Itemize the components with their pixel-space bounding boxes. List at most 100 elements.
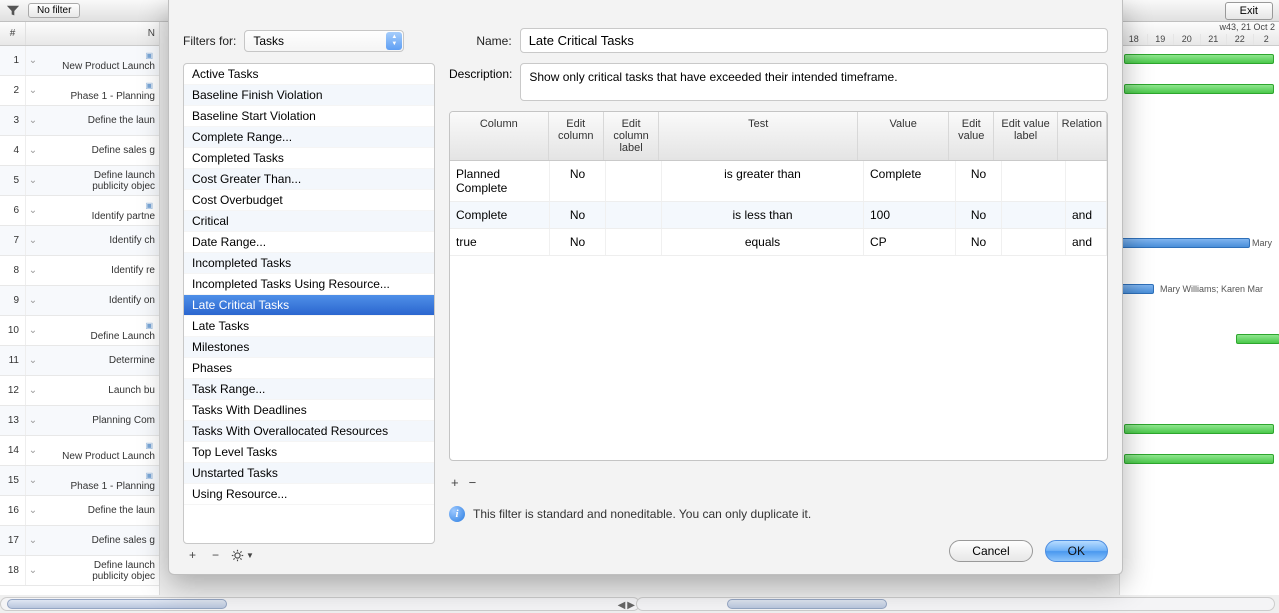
filter-name-input[interactable] <box>520 28 1108 53</box>
th-edit-value[interactable]: Edit value <box>949 112 994 160</box>
disclosure-icon[interactable]: ▣ <box>145 201 153 210</box>
th-column[interactable]: Column <box>450 112 549 160</box>
th-edit-column[interactable]: Edit column <box>549 112 604 160</box>
cell-edit-value: No <box>956 161 1002 201</box>
filter-list-item[interactable]: Baseline Start Violation <box>184 106 434 127</box>
info-text: This filter is standard and noneditable.… <box>473 507 811 521</box>
remove-filter-button[interactable]: − <box>208 548 223 562</box>
disclosure-icon[interactable]: ▣ <box>145 321 153 330</box>
disclosure-icon[interactable]: ▣ <box>145 81 153 90</box>
filter-list-item[interactable]: Late Tasks <box>184 316 434 337</box>
filter-list-item[interactable]: Complete Range... <box>184 127 434 148</box>
horizontal-scrollbar-left[interactable]: ◀▶ <box>0 597 640 611</box>
filter-list-item[interactable]: Using Resource... <box>184 484 434 505</box>
scroll-right-icon[interactable]: ▶ <box>627 600 635 611</box>
th-value[interactable]: Value <box>858 112 949 160</box>
filter-list-item[interactable]: Incompleted Tasks Using Resource... <box>184 274 434 295</box>
scroll-left-icon[interactable]: ◀ <box>618 600 626 611</box>
filter-list-toolbar: + − ▼ <box>183 544 435 562</box>
filter-list-item[interactable]: Phases <box>184 358 434 379</box>
gantt-bar[interactable] <box>1124 424 1274 434</box>
description-input[interactable]: Show only critical tasks that have excee… <box>520 63 1108 101</box>
task-row[interactable]: 1⌄▣New Product Launch <box>0 46 159 76</box>
filter-list-item[interactable]: Unstarted Tasks <box>184 463 434 484</box>
task-row[interactable]: 6⌄▣Identify partne <box>0 196 159 226</box>
task-row[interactable]: 10⌄▣Define Launch <box>0 316 159 346</box>
filter-list-item[interactable]: Tasks With Overallocated Resources <box>184 421 434 442</box>
add-criterion-button[interactable]: + <box>451 475 459 490</box>
th-relation[interactable]: Relation <box>1058 112 1107 160</box>
task-row[interactable]: 8⌄Identify re <box>0 256 159 286</box>
gantt-bar[interactable] <box>1124 54 1274 64</box>
task-row[interactable]: 15⌄▣Phase 1 - Planning <box>0 466 159 496</box>
filter-list[interactable]: Active TasksBaseline Finish ViolationBas… <box>183 63 435 544</box>
add-filter-button[interactable]: + <box>185 548 200 562</box>
gantt-bar[interactable] <box>1124 454 1274 464</box>
filter-list-item[interactable]: Late Critical Tasks <box>184 295 434 316</box>
task-row-number: 6 <box>0 196 26 225</box>
task-row[interactable]: 7⌄Identify ch <box>0 226 159 256</box>
column-number-header: # <box>0 22 26 45</box>
task-row-number: 4 <box>0 136 26 165</box>
cancel-button[interactable]: Cancel <box>949 540 1032 562</box>
remove-criterion-button[interactable]: − <box>469 475 477 490</box>
filter-list-item[interactable]: Cost Overbudget <box>184 190 434 211</box>
filter-list-item[interactable]: Date Range... <box>184 232 434 253</box>
filter-indicator[interactable]: No filter <box>28 3 80 18</box>
task-row[interactable]: 12⌄Launch bu <box>0 376 159 406</box>
task-row[interactable]: 16⌄Define the laun <box>0 496 159 526</box>
gantt-bar[interactable] <box>1236 334 1279 344</box>
filter-list-item[interactable]: Task Range... <box>184 379 434 400</box>
disclosure-icon[interactable]: ▣ <box>145 441 153 450</box>
gantt-bar[interactable] <box>1120 238 1250 248</box>
gantt-bar[interactable] <box>1120 284 1154 294</box>
task-row-indicator-icon: ⌄ <box>26 145 40 156</box>
criteria-row[interactable]: CompleteNois less than100Noand <box>450 202 1107 229</box>
task-row[interactable]: 4⌄Define sales g <box>0 136 159 166</box>
filter-icon[interactable] <box>6 4 20 18</box>
task-row[interactable]: 13⌄Planning Com <box>0 406 159 436</box>
filter-list-item[interactable]: Top Level Tasks <box>184 442 434 463</box>
horizontal-scrollbar-right[interactable] <box>636 597 1275 611</box>
task-row[interactable]: 2⌄▣Phase 1 - Planning <box>0 76 159 106</box>
task-row[interactable]: 3⌄Define the laun <box>0 106 159 136</box>
cell-value: Complete <box>864 161 956 201</box>
exit-button[interactable]: Exit <box>1225 2 1273 20</box>
scrollbar-thumb[interactable] <box>727 599 887 609</box>
disclosure-icon[interactable]: ▣ <box>145 471 153 480</box>
criteria-row[interactable]: Planned CompleteNois greater thanComplet… <box>450 161 1107 202</box>
filter-list-item[interactable]: Cost Greater Than... <box>184 169 434 190</box>
filter-list-item[interactable]: Baseline Finish Violation <box>184 85 434 106</box>
select-stepper-icon[interactable] <box>386 32 402 50</box>
filter-list-item[interactable]: Critical <box>184 211 434 232</box>
th-edit-column-label[interactable]: Edit column label <box>604 112 659 160</box>
task-row[interactable]: 18⌄Define launchpublicity objec <box>0 556 159 586</box>
criteria-row[interactable]: trueNoequalsCPNoand <box>450 229 1107 256</box>
disclosure-icon[interactable]: ▣ <box>145 51 153 60</box>
filter-list-item[interactable]: Completed Tasks <box>184 148 434 169</box>
filters-for-select[interactable] <box>244 30 404 52</box>
task-row-number: 13 <box>0 406 26 435</box>
th-edit-value-label[interactable]: Edit value label <box>994 112 1057 160</box>
task-row[interactable]: 5⌄Define launchpublicity objec <box>0 166 159 196</box>
filter-actions-menu[interactable]: ▼ <box>231 549 254 562</box>
criteria-table-header: Column Edit column Edit column label Tes… <box>450 112 1107 161</box>
task-row-indicator-icon: ⌄ <box>26 265 40 276</box>
filter-list-item[interactable]: Tasks With Deadlines <box>184 400 434 421</box>
gantt-day-header: 20 <box>1173 34 1200 46</box>
task-row[interactable]: 14⌄▣New Product Launch <box>0 436 159 466</box>
filter-list-item[interactable]: Active Tasks <box>184 64 434 85</box>
ok-button[interactable]: OK <box>1045 540 1108 562</box>
gantt-day-header: 19 <box>1147 34 1174 46</box>
task-row[interactable]: 11⌄Determine <box>0 346 159 376</box>
task-row[interactable]: 9⌄Identify on <box>0 286 159 316</box>
filter-list-item[interactable]: Incompleted Tasks <box>184 253 434 274</box>
task-row-number: 12 <box>0 376 26 405</box>
filters-for-value[interactable] <box>244 30 404 52</box>
gantt-bar[interactable] <box>1124 84 1274 94</box>
scrollbar-thumb[interactable] <box>7 599 227 609</box>
filter-list-item[interactable]: Milestones <box>184 337 434 358</box>
th-test[interactable]: Test <box>659 112 858 160</box>
task-row-indicator-icon: ⌄ <box>26 445 40 456</box>
task-row[interactable]: 17⌄Define sales g <box>0 526 159 556</box>
